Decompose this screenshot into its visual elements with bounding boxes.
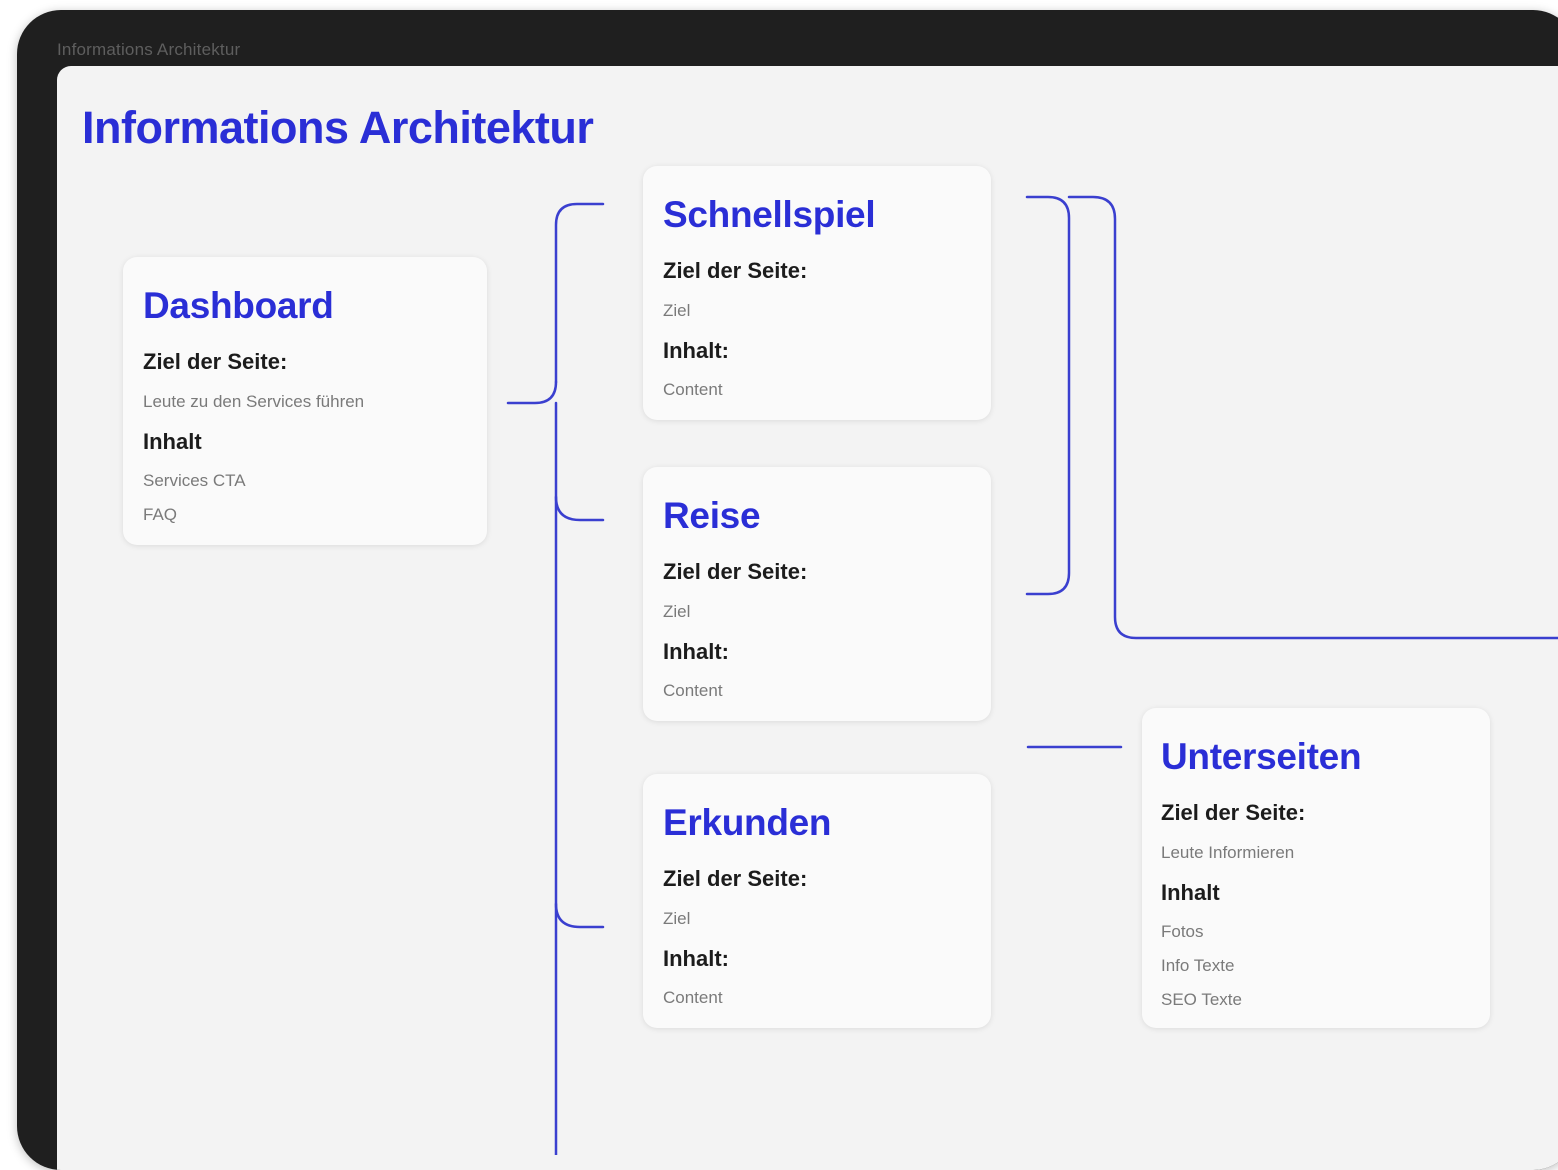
card-title: Dashboard — [143, 285, 334, 326]
connector-bracket-inner — [1025, 195, 1071, 596]
goal-value: Ziel — [663, 301, 691, 320]
goal-value: Leute Informieren — [1161, 843, 1295, 862]
content-item: Content — [663, 988, 723, 1007]
goal-value: Ziel — [663, 909, 691, 928]
goal-label: Ziel der Seite: — [663, 866, 808, 891]
content-label: Inhalt: — [663, 639, 729, 664]
content-item: FAQ — [143, 505, 178, 524]
goal-label: Ziel der Seite: — [143, 349, 288, 374]
goal-value: Ziel — [663, 602, 691, 621]
card-title: Schnellspiel — [663, 194, 876, 235]
connector-to-erkunden — [554, 902, 605, 929]
content-item: Services CTA — [143, 471, 246, 490]
goal-label: Ziel der Seite: — [663, 258, 808, 283]
goal-value: Leute zu den Services führen — [143, 392, 365, 411]
connector-to-reise — [554, 495, 605, 522]
content-label: Inhalt: — [663, 946, 729, 971]
connector-dashboard-out — [506, 380, 558, 405]
goal-label: Ziel der Seite: — [1161, 800, 1306, 825]
card-title: Erkunden — [663, 802, 832, 843]
page-title: Informations Architektur — [82, 102, 594, 153]
content-item: Content — [663, 681, 723, 700]
card-erkunden[interactable]: Erkunden Ziel der Seite: Ziel Inhalt: Co… — [643, 774, 991, 1028]
card-schnellspiel[interactable]: Schnellspiel Ziel der Seite: Ziel Inhalt… — [643, 166, 991, 420]
connector-vertical-trunk — [554, 202, 605, 384]
goal-label: Ziel der Seite: — [663, 559, 808, 584]
card-unterseiten[interactable]: Unterseiten Ziel der Seite: Leute Inform… — [1142, 708, 1490, 1028]
content-label: Inhalt: — [663, 338, 729, 363]
content-item: SEO Texte — [1161, 990, 1242, 1009]
card-dashboard[interactable]: Dashboard Ziel der Seite: Leute zu den S… — [123, 257, 487, 545]
card-title: Unterseiten — [1161, 736, 1362, 777]
card-title: Reise — [663, 495, 761, 536]
content-item: Content — [663, 380, 723, 399]
content-item: Fotos — [1161, 922, 1204, 941]
content-label: Inhalt — [143, 429, 202, 454]
content-label: Inhalt — [1161, 880, 1220, 905]
connector-bracket-outer — [1067, 195, 1558, 640]
card-reise[interactable]: Reise Ziel der Seite: Ziel Inhalt: Conte… — [643, 467, 991, 721]
content-item: Info Texte — [1161, 956, 1235, 975]
